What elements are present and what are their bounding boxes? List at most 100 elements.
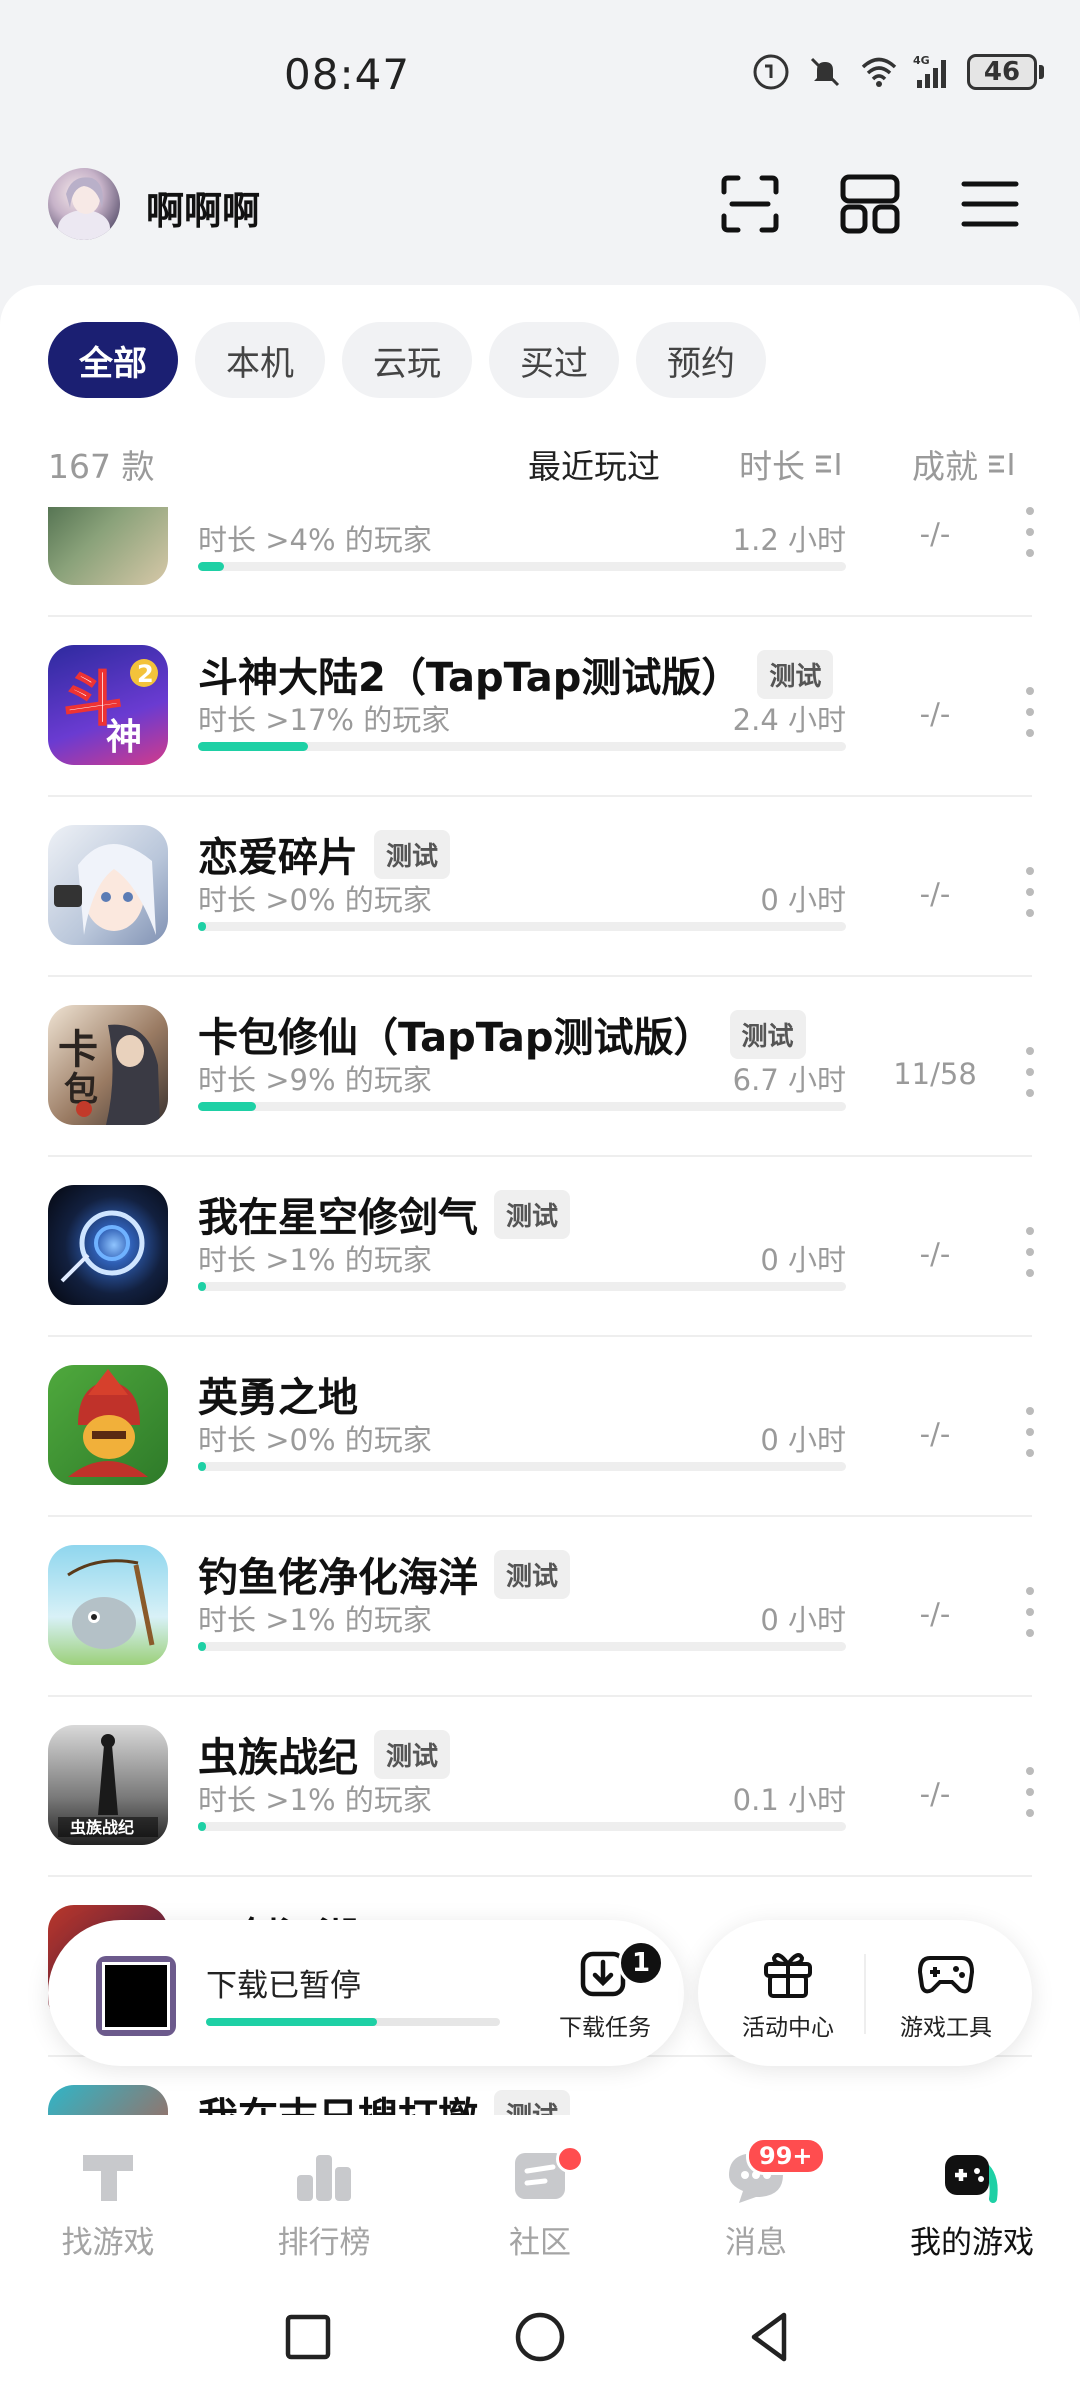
my-games-icon (945, 2155, 998, 2203)
more-options-icon[interactable] (1024, 1227, 1036, 1277)
game-playtime-rank: 时长 >1% 的玩家 (198, 1243, 432, 1277)
game-playtime-rank: 时长 >1% 的玩家 (198, 1603, 432, 1637)
nav-rankings[interactable]: 排行榜 (244, 2141, 404, 2262)
menu-button[interactable] (958, 172, 1022, 236)
events-center-label: 活动中心 (742, 2015, 834, 2041)
sort-duration[interactable]: 时长 (739, 440, 843, 488)
bottom-nav: 找游戏 排行榜 社区 99+ 消息 我的游戏 (0, 2115, 1080, 2275)
gift-icon (764, 1953, 812, 1998)
game-achievement: -/- (919, 697, 951, 731)
back-icon[interactable] (740, 2307, 800, 2367)
game-progress (198, 1642, 846, 1651)
game-row[interactable]: 斗神2 斗神大陆2（TapTap测试版） 测试 时长 >17% 的玩家 2.4 小… (0, 617, 1080, 797)
wifi-icon (861, 57, 897, 87)
sort-icon (816, 453, 840, 475)
chip-reserved[interactable]: 预约 (636, 322, 766, 398)
download-game-thumbnail (96, 1956, 176, 2036)
game-library-panel: 全部 本机 云玩 买过 预约 167 款 最近玩过 时长 成就 时长 >4% 的… (0, 285, 1080, 2115)
sort-icon (989, 453, 1013, 475)
game-playtime-rank: 时长 >4% 的玩家 (198, 523, 432, 557)
game-tools-button[interactable]: 游戏工具 (876, 1942, 1016, 2042)
game-title-text: 我在星空修剑气 (198, 1195, 478, 1241)
game-playtime-rank: 时长 >9% 的玩家 (198, 1063, 432, 1097)
chip-all[interactable]: 全部 (48, 322, 178, 398)
chip-cloud[interactable]: 云玩 (342, 322, 472, 398)
game-row[interactable]: 卡包 卡包修仙（TapTap测试版） 测试 时长 >9% 的玩家 6.7 小时 1… (0, 977, 1080, 1157)
game-row[interactable]: 钓鱼佬净化海洋 测试 时长 >1% 的玩家 0 小时 -/- (0, 1517, 1080, 1697)
game-playtime-rank: 时长 >17% 的玩家 (198, 703, 451, 737)
game-title-text: 恋爱碎片 (198, 835, 358, 881)
game-title-text: 卡包修仙（TapTap测试版） (198, 1015, 714, 1061)
status-time: 08:47 (284, 50, 411, 99)
scan-button[interactable] (718, 172, 782, 236)
game-achievement: -/- (919, 1777, 951, 1811)
svg-text:4G: 4G (913, 54, 930, 67)
game-icon: 虫族战纪 (48, 1725, 168, 1845)
avatar[interactable] (48, 168, 120, 240)
more-options-icon[interactable] (1024, 1047, 1036, 1097)
layout-button[interactable] (838, 172, 902, 236)
nav-find-games[interactable]: 找游戏 (28, 2141, 188, 2262)
game-icon (48, 2085, 168, 2115)
tap-logo-icon (83, 2155, 133, 2201)
chip-purchased[interactable]: 买过 (489, 322, 619, 398)
chip-local[interactable]: 本机 (195, 322, 325, 398)
game-row[interactable]: 虫族战纪 虫族战纪 测试 时长 >1% 的玩家 0.1 小时 -/- (0, 1697, 1080, 1877)
events-center-button[interactable]: 活动中心 (718, 1942, 858, 2042)
svg-text:虫族战纪: 虫族战纪 (70, 1818, 134, 1837)
game-icon (48, 1545, 168, 1665)
game-hours: 0.1 小时 (732, 1783, 846, 1817)
more-options-icon[interactable] (1024, 1767, 1036, 1817)
nav-my-games[interactable]: 我的游戏 (892, 2141, 1052, 2262)
game-row[interactable]: 时长 >4% 的玩家 1.2 小时 -/- (0, 507, 1080, 617)
sort-achievement[interactable]: 成就 (912, 440, 1016, 488)
download-count-badge: 1 (618, 1940, 664, 1986)
game-hours: 0 小时 (760, 1243, 846, 1277)
game-achievement: -/- (919, 517, 951, 551)
recent-apps-icon[interactable] (278, 2307, 338, 2367)
nav-label: 找游戏 (61, 2225, 155, 2261)
game-title-text: 英勇之地 (198, 1375, 358, 1421)
more-options-icon[interactable] (1024, 1587, 1036, 1637)
system-nav-bar (0, 2275, 1080, 2400)
signal-4g-icon: 4G (913, 54, 946, 88)
game-icon (48, 825, 168, 945)
download-tasks-button[interactable]: 1 下载任务 (540, 1940, 670, 2042)
game-tools-label: 游戏工具 (900, 2015, 992, 2041)
game-title-text: 钓鱼佬净化海洋 (198, 1555, 478, 1601)
game-row[interactable]: 英勇之地 时长 >0% 的玩家 0 小时 -/- (0, 1337, 1080, 1517)
game-hours: 0 小时 (760, 1423, 846, 1457)
game-playtime-rank: 时长 >1% 的玩家 (198, 1783, 432, 1817)
data-saver-icon (753, 54, 789, 90)
test-tag: 测试 (494, 1549, 571, 1599)
nav-community[interactable]: 社区 (460, 2141, 620, 2262)
more-options-icon[interactable] (1024, 507, 1036, 557)
game-row[interactable]: 恋爱碎片 测试 时长 >0% 的玩家 0 小时 -/- (0, 797, 1080, 977)
game-hours: 0 小时 (760, 1603, 846, 1637)
nav-messages[interactable]: 99+ 消息 (676, 2137, 836, 2262)
download-card[interactable]: 下载已暂停 1 下载任务 (48, 1920, 684, 2066)
home-icon[interactable] (510, 2307, 570, 2367)
svg-text:神: 神 (106, 717, 142, 758)
game-icon (48, 1185, 168, 1305)
more-options-icon[interactable] (1024, 1407, 1036, 1457)
game-row[interactable]: 我在星空修剑气 测试 时长 >1% 的玩家 0 小时 -/- (0, 1157, 1080, 1337)
more-options-icon[interactable] (1024, 867, 1036, 917)
mute-icon (810, 57, 840, 87)
svg-text:卡: 卡 (58, 1026, 98, 1073)
game-title-text: 斗神大陆2（TapTap测试版） (198, 655, 742, 701)
game-hours: 6.7 小时 (732, 1063, 846, 1097)
messages-badge: 99+ (746, 2137, 826, 2175)
game-progress (198, 1282, 846, 1291)
game-icon: 卡包 (48, 1005, 168, 1125)
nav-label: 排行榜 (277, 2225, 371, 2261)
user-name[interactable]: 啊啊啊 (146, 180, 260, 235)
sort-duration-label: 时长 (739, 447, 805, 486)
test-tag: 测试 (494, 1189, 571, 1239)
filter-chips: 全部 本机 云玩 买过 预约 (48, 322, 766, 398)
nav-label: 我的游戏 (910, 2225, 1034, 2261)
more-options-icon[interactable] (1024, 687, 1036, 737)
nav-label: 消息 (725, 2225, 787, 2261)
sort-recent[interactable]: 最近玩过 (528, 440, 660, 488)
game-icon: 斗神2 (48, 645, 168, 765)
